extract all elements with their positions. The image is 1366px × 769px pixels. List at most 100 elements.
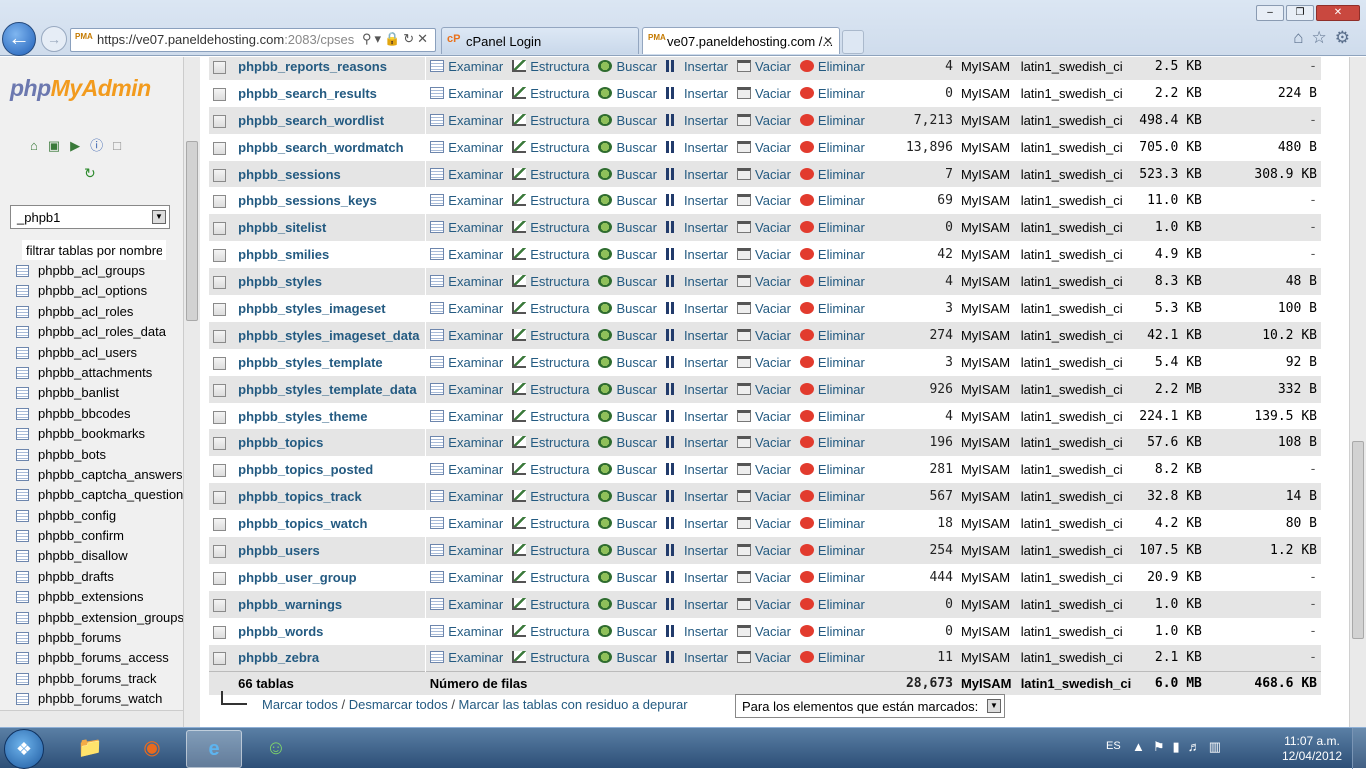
- table-icon[interactable]: [16, 448, 29, 461]
- address-controls[interactable]: ⚲▾🔒↻✕: [362, 31, 431, 47]
- table-icon[interactable]: [16, 693, 29, 706]
- empty-action[interactable]: Vaciar: [737, 650, 791, 665]
- empty-action[interactable]: Vaciar: [737, 167, 791, 182]
- search-action[interactable]: Buscar: [598, 489, 657, 504]
- row-checkbox[interactable]: [213, 545, 226, 558]
- browse-action[interactable]: Examinar: [430, 355, 503, 370]
- structure-action[interactable]: Estructura: [512, 570, 589, 585]
- chevron-down-icon[interactable]: ▼: [152, 210, 166, 224]
- browse-action[interactable]: Examinar: [430, 193, 503, 208]
- check-overhead-link[interactable]: Marcar las tablas con residuo a depurar: [459, 697, 688, 712]
- show-hidden-icons-icon[interactable]: ▲: [1132, 739, 1153, 754]
- insert-action[interactable]: Insertar: [665, 462, 728, 477]
- sidebar-table-label[interactable]: phpbb_acl_roles: [38, 304, 133, 319]
- table-name-link[interactable]: phpbb_reports_reasons: [238, 59, 387, 74]
- search-action[interactable]: Buscar: [598, 624, 657, 639]
- sidebar-table-label[interactable]: phpbb_forums: [38, 630, 121, 645]
- sidebar-table-item[interactable]: phpbb_forums_watch: [16, 689, 186, 709]
- table-name-link[interactable]: phpbb_styles_template_data: [238, 382, 416, 397]
- structure-action[interactable]: Estructura: [512, 543, 589, 558]
- browse-action[interactable]: Examinar: [430, 409, 503, 424]
- drop-action[interactable]: Eliminar: [799, 113, 865, 128]
- browse-action[interactable]: Examinar: [430, 86, 503, 101]
- table-icon[interactable]: [16, 530, 29, 543]
- structure-action[interactable]: Estructura: [512, 409, 589, 424]
- row-checkbox[interactable]: [213, 141, 226, 155]
- row-checkbox[interactable]: [213, 598, 226, 612]
- forward-button[interactable]: →: [41, 26, 67, 52]
- empty-action[interactable]: Vaciar: [737, 489, 791, 504]
- insert-action[interactable]: Insertar: [665, 220, 728, 235]
- row-checkbox[interactable]: [213, 625, 226, 639]
- search-action[interactable]: Buscar: [598, 543, 657, 558]
- table-icon[interactable]: [16, 632, 29, 645]
- table-icon[interactable]: [16, 346, 29, 359]
- browse-action[interactable]: Examinar: [430, 59, 503, 74]
- table-name-link[interactable]: phpbb_styles_imageset: [238, 301, 385, 316]
- row-checkbox[interactable]: [213, 652, 226, 666]
- insert-action[interactable]: Insertar: [665, 113, 728, 128]
- sidebar-table-item[interactable]: phpbb_forums_track: [16, 669, 186, 689]
- row-checkbox[interactable]: [213, 195, 226, 209]
- table-icon[interactable]: [16, 326, 29, 339]
- insert-action[interactable]: Insertar: [665, 650, 728, 665]
- structure-action[interactable]: Estructura: [512, 597, 589, 612]
- browse-action[interactable]: Examinar: [430, 274, 503, 289]
- browse-action[interactable]: Examinar: [430, 167, 503, 182]
- empty-action[interactable]: Vaciar: [737, 274, 791, 289]
- drop-action[interactable]: Eliminar: [799, 274, 865, 289]
- empty-action[interactable]: Vaciar: [737, 382, 791, 397]
- row-checkbox[interactable]: [213, 87, 226, 101]
- structure-action[interactable]: Estructura: [512, 59, 589, 74]
- search-action[interactable]: Buscar: [598, 597, 657, 612]
- drop-action[interactable]: Eliminar: [799, 624, 865, 639]
- sidebar-table-item[interactable]: phpbb_forums_access: [16, 648, 186, 668]
- sidebar-table-item[interactable]: phpbb_attachments: [16, 363, 186, 383]
- table-name-link[interactable]: phpbb_styles_theme: [238, 409, 367, 424]
- insert-action[interactable]: Insertar: [665, 543, 728, 558]
- address-bar[interactable]: PMA https://ve07.paneldehosting.com:2083…: [70, 28, 436, 52]
- search-action[interactable]: Buscar: [598, 220, 657, 235]
- sidebar-table-label[interactable]: phpbb_forums_track: [38, 671, 157, 686]
- structure-action[interactable]: Estructura: [512, 489, 589, 504]
- empty-action[interactable]: Vaciar: [737, 86, 791, 101]
- empty-action[interactable]: Vaciar: [737, 328, 791, 343]
- home-icon[interactable]: ⌂: [30, 138, 48, 153]
- drop-action[interactable]: Eliminar: [799, 59, 865, 74]
- sidebar-table-label[interactable]: phpbb_extension_groups: [38, 610, 184, 625]
- browse-action[interactable]: Examinar: [430, 543, 503, 558]
- browse-action[interactable]: Examinar: [430, 247, 503, 262]
- sidebar-scrollbar[interactable]: [183, 57, 200, 727]
- insert-action[interactable]: Insertar: [665, 167, 728, 182]
- structure-action[interactable]: Estructura: [512, 516, 589, 531]
- sidebar-table-label[interactable]: phpbb_bookmarks: [38, 426, 145, 441]
- structure-action[interactable]: Estructura: [512, 650, 589, 665]
- table-name-link[interactable]: phpbb_search_results: [238, 86, 377, 101]
- empty-action[interactable]: Vaciar: [737, 516, 791, 531]
- messenger-icon[interactable]: ☺: [248, 730, 304, 768]
- browse-action[interactable]: Examinar: [430, 113, 503, 128]
- sidebar-table-label[interactable]: phpbb_forums_watch: [38, 691, 162, 706]
- sidebar-table-item[interactable]: phpbb_confirm: [16, 526, 186, 546]
- structure-action[interactable]: Estructura: [512, 274, 589, 289]
- sidebar-table-label[interactable]: phpbb_confirm: [38, 528, 124, 543]
- row-checkbox[interactable]: [213, 571, 226, 585]
- search-action[interactable]: Buscar: [598, 516, 657, 531]
- tab-cpanel-login[interactable]: cP cPanel Login: [441, 27, 639, 54]
- exit-icon[interactable]: ▣: [48, 138, 70, 153]
- insert-action[interactable]: Insertar: [665, 247, 728, 262]
- sidebar-table-item[interactable]: phpbb_drafts: [16, 567, 186, 587]
- tab-phpmyadmin[interactable]: PMA ve07.paneldehosting.com /... ✕: [642, 27, 840, 54]
- sidebar-table-item[interactable]: phpbb_bbcodes: [16, 404, 186, 424]
- row-checkbox[interactable]: [213, 114, 226, 128]
- row-checkbox[interactable]: [213, 222, 226, 236]
- table-icon[interactable]: [16, 550, 29, 563]
- browse-action[interactable]: Examinar: [430, 328, 503, 343]
- sidebar-table-item[interactable]: phpbb_acl_options: [16, 281, 186, 301]
- browse-action[interactable]: Examinar: [430, 597, 503, 612]
- structure-action[interactable]: Estructura: [512, 193, 589, 208]
- search-action[interactable]: Buscar: [598, 167, 657, 182]
- structure-action[interactable]: Estructura: [512, 247, 589, 262]
- drop-action[interactable]: Eliminar: [799, 328, 865, 343]
- table-name-link[interactable]: phpbb_sessions_keys: [238, 193, 377, 208]
